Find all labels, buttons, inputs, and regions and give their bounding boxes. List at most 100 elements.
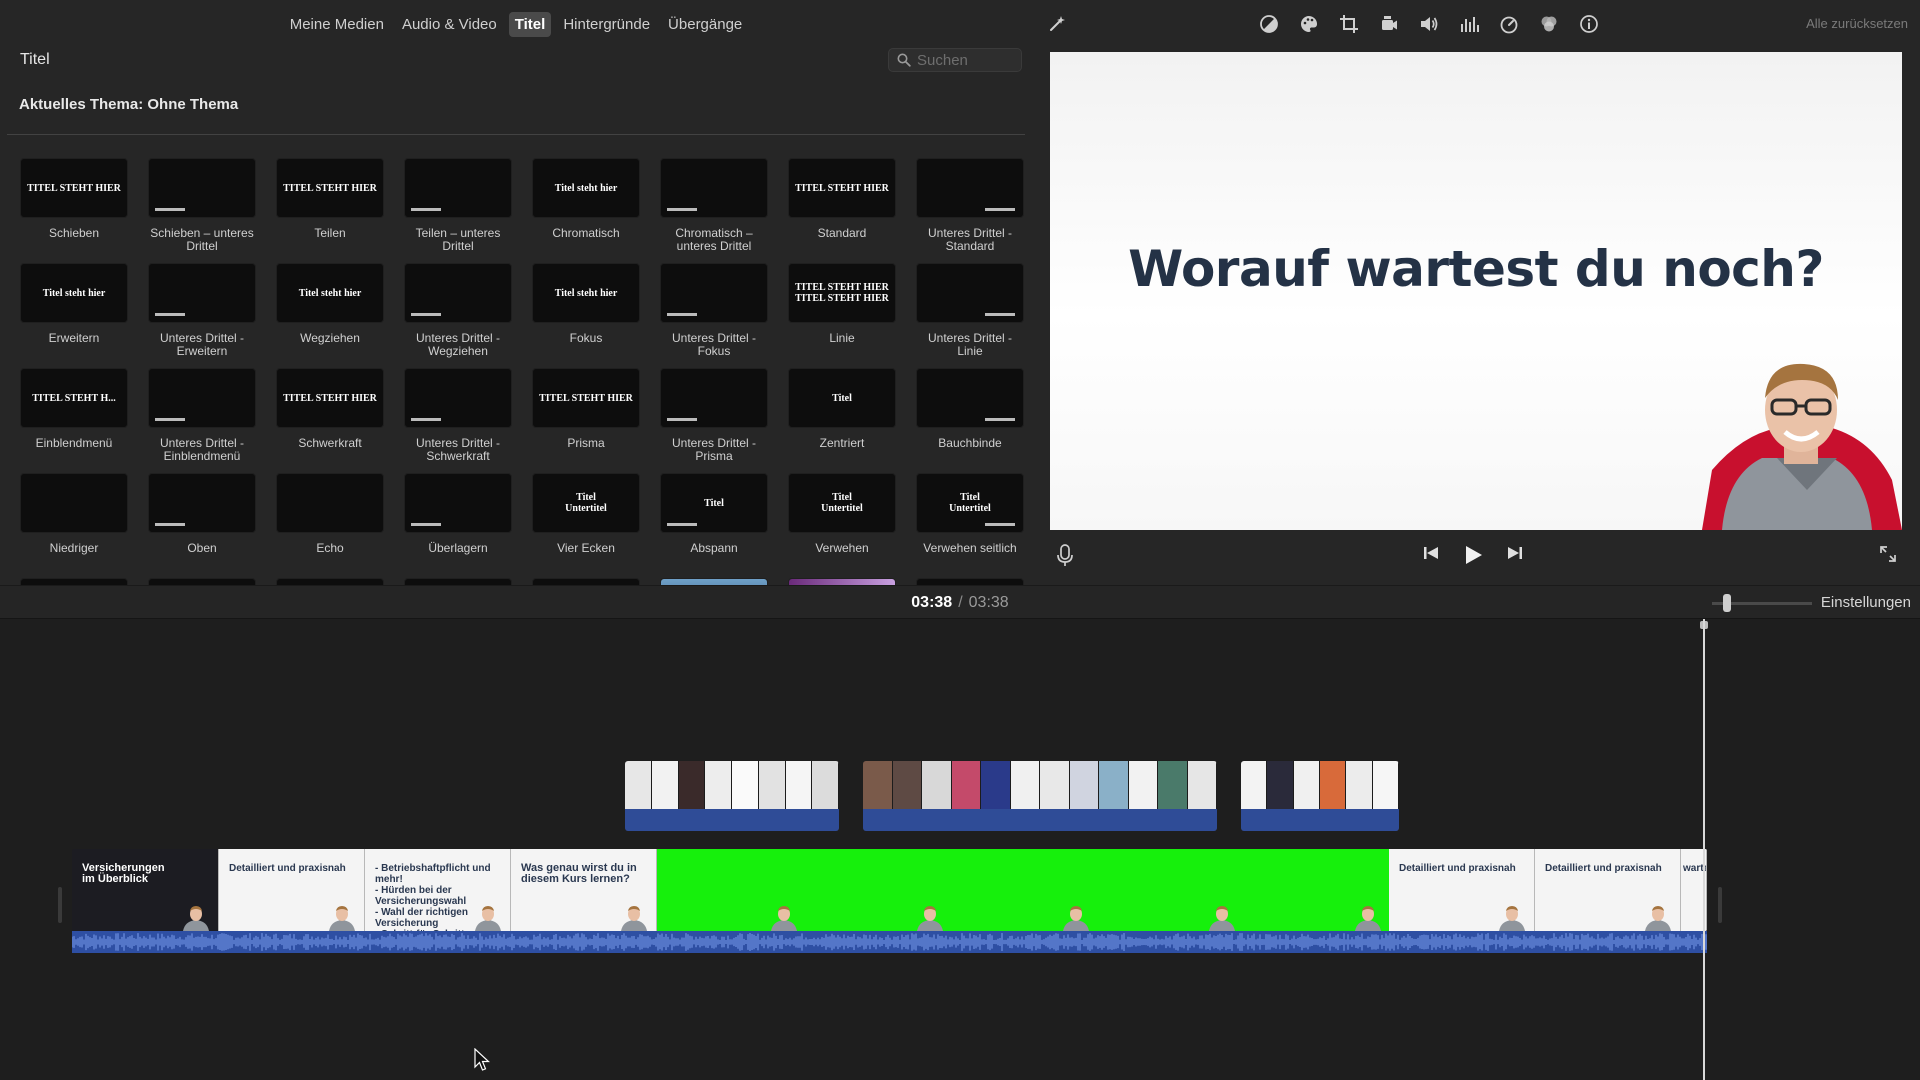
title-item[interactable]: Chromatisch – unteres Drittel (660, 158, 768, 253)
title-thumbnail[interactable] (148, 158, 256, 218)
title-thumbnail[interactable] (148, 263, 256, 323)
equalizer-icon[interactable] (1458, 13, 1480, 35)
title-thumbnail[interactable] (148, 578, 256, 585)
tab-my-media[interactable]: Meine Medien (284, 12, 390, 37)
title-item[interactable]: Unteres Drittel - Prisma (660, 368, 768, 463)
search-input[interactable] (917, 51, 1017, 69)
search-field[interactable] (888, 48, 1022, 72)
title-item[interactable]: TITEL STEHT HIER Standard (788, 158, 896, 240)
title-thumbnail[interactable] (532, 578, 640, 585)
title-thumbnail[interactable]: Titel steht hier (532, 158, 640, 218)
title-item[interactable]: Titel Abspann (660, 473, 768, 555)
speed-icon[interactable] (1498, 13, 1520, 35)
title-thumbnail[interactable]: Titel Untertitel (788, 473, 896, 533)
title-thumbnail[interactable]: TITEL STEHT HIER TITEL STEHT HIER (788, 263, 896, 323)
title-thumbnail[interactable] (404, 263, 512, 323)
title-item[interactable] (788, 578, 896, 585)
title-thumbnail[interactable] (404, 368, 512, 428)
title-item[interactable]: Bauchbinde (916, 368, 1024, 450)
broll-clip[interactable] (625, 761, 839, 831)
title-thumbnail[interactable]: TITEL STEHT HIER (276, 158, 384, 218)
title-thumbnail[interactable] (20, 473, 128, 533)
timeline[interactable]: Versicherungen im Überblick Detailliert u… (0, 619, 1920, 1080)
title-item[interactable]: TITEL STEHT HIER Schieben (20, 158, 128, 240)
title-thumbnail[interactable]: TITEL STEHT HIER (276, 368, 384, 428)
title-thumbnail[interactable] (20, 578, 128, 585)
title-item[interactable]: Titel steht hier Erweitern (20, 263, 128, 345)
play-icon[interactable] (1462, 544, 1484, 566)
title-thumbnail[interactable]: Titel Untertitel (532, 473, 640, 533)
skip-forward-icon[interactable] (1506, 544, 1524, 562)
title-item[interactable]: Unteres Drittel - Schwerkraft (404, 368, 512, 463)
magic-wand-icon[interactable] (1046, 13, 1068, 35)
crop-icon[interactable] (1338, 13, 1360, 35)
title-item[interactable]: Unteres Drittel - Linie (916, 263, 1024, 358)
title-item[interactable]: TITEL STEHT HIER Teilen (276, 158, 384, 240)
playhead[interactable] (1703, 619, 1705, 1080)
title-item[interactable]: Unteres Drittel - Erweitern (148, 263, 256, 358)
title-item[interactable]: Oben (148, 473, 256, 555)
skip-back-icon[interactable] (1422, 544, 1440, 562)
title-item[interactable] (404, 578, 512, 585)
settings-button[interactable]: Einstellungen (1821, 594, 1911, 611)
volume-icon[interactable] (1418, 13, 1440, 35)
main-video-clip[interactable]: Versicherungen im Überblick Detailliert u… (72, 849, 1707, 931)
broll-clip[interactable] (1241, 761, 1399, 831)
clip-segment[interactable] (657, 849, 1389, 931)
title-thumbnail[interactable] (276, 473, 384, 533)
title-item[interactable]: TITEL STEHT HIER Schwerkraft (276, 368, 384, 450)
audio-waveform[interactable] (72, 931, 1707, 953)
title-item[interactable] (916, 578, 1024, 585)
filter-icon[interactable] (1538, 13, 1560, 35)
tab-titles[interactable]: Titel (508, 11, 552, 37)
title-item[interactable]: Titel Untertitel Verwehen (788, 473, 896, 555)
title-thumbnail[interactable] (916, 263, 1024, 323)
clip-segment[interactable]: Detailliert und praxisnah (1535, 849, 1681, 931)
title-item[interactable] (20, 578, 128, 585)
title-thumbnail[interactable] (660, 368, 768, 428)
title-thumbnail[interactable] (660, 158, 768, 218)
title-item[interactable]: Unteres Drittel - Wegziehen (404, 263, 512, 358)
title-thumbnail[interactable] (276, 578, 384, 585)
tab-audio-video[interactable]: Audio & Video (396, 12, 503, 37)
title-item[interactable]: Titel Untertitel Verwehen seitlich (916, 473, 1024, 555)
title-item[interactable] (148, 578, 256, 585)
clip-handle-left[interactable] (58, 887, 62, 923)
clip-segment[interactable]: Versicherungen im Überblick (72, 849, 219, 931)
title-item[interactable]: TITEL STEHT H... Einblendmenü (20, 368, 128, 450)
color-palette-icon[interactable] (1298, 13, 1320, 35)
title-thumbnail[interactable]: TITEL STEHT HIER (20, 158, 128, 218)
title-item[interactable]: Teilen – unteres Drittel (404, 158, 512, 253)
title-thumbnail[interactable] (916, 368, 1024, 428)
title-thumbnail[interactable]: Titel steht hier (20, 263, 128, 323)
title-item[interactable]: Unteres Drittel - Standard (916, 158, 1024, 253)
zoom-slider-handle[interactable] (1723, 594, 1731, 612)
clip-segment[interactable]: Detailliert und praxisnah (219, 849, 365, 931)
title-item[interactable] (276, 578, 384, 585)
title-item[interactable] (532, 578, 640, 585)
title-thumbnail[interactable]: TITEL STEHT HIER (532, 368, 640, 428)
title-thumbnail[interactable]: TITEL STEHT HIER (788, 158, 896, 218)
info-icon[interactable] (1578, 13, 1600, 35)
title-thumbnail[interactable]: Titel Untertitel (916, 473, 1024, 533)
fullscreen-icon[interactable] (1878, 544, 1898, 564)
title-item[interactable]: Niedriger (20, 473, 128, 555)
video-preview[interactable]: Worauf wartest du noch? (1050, 52, 1902, 530)
camera-icon[interactable] (1378, 13, 1400, 35)
title-thumbnail[interactable]: Titel steht hier (276, 263, 384, 323)
title-thumbnail[interactable] (404, 473, 512, 533)
tab-transitions[interactable]: Übergänge (662, 12, 748, 37)
clip-segment[interactable]: Was genau wirst du in diesem Kurs lernen… (511, 849, 657, 931)
title-thumbnail[interactable] (788, 578, 896, 585)
title-thumbnail[interactable]: Titel (660, 473, 768, 533)
title-thumbnail[interactable] (660, 578, 768, 585)
title-thumbnail[interactable]: Titel (788, 368, 896, 428)
title-item[interactable]: Echo (276, 473, 384, 555)
title-item[interactable]: Überlagern (404, 473, 512, 555)
title-item[interactable]: TITEL STEHT HIER TITEL STEHT HIER Linie (788, 263, 896, 345)
title-item[interactable]: Titel Zentriert (788, 368, 896, 450)
title-thumbnail[interactable] (404, 578, 512, 585)
title-thumbnail[interactable] (916, 578, 1024, 585)
broll-clip[interactable] (863, 761, 1217, 831)
color-balance-icon[interactable] (1258, 13, 1280, 35)
